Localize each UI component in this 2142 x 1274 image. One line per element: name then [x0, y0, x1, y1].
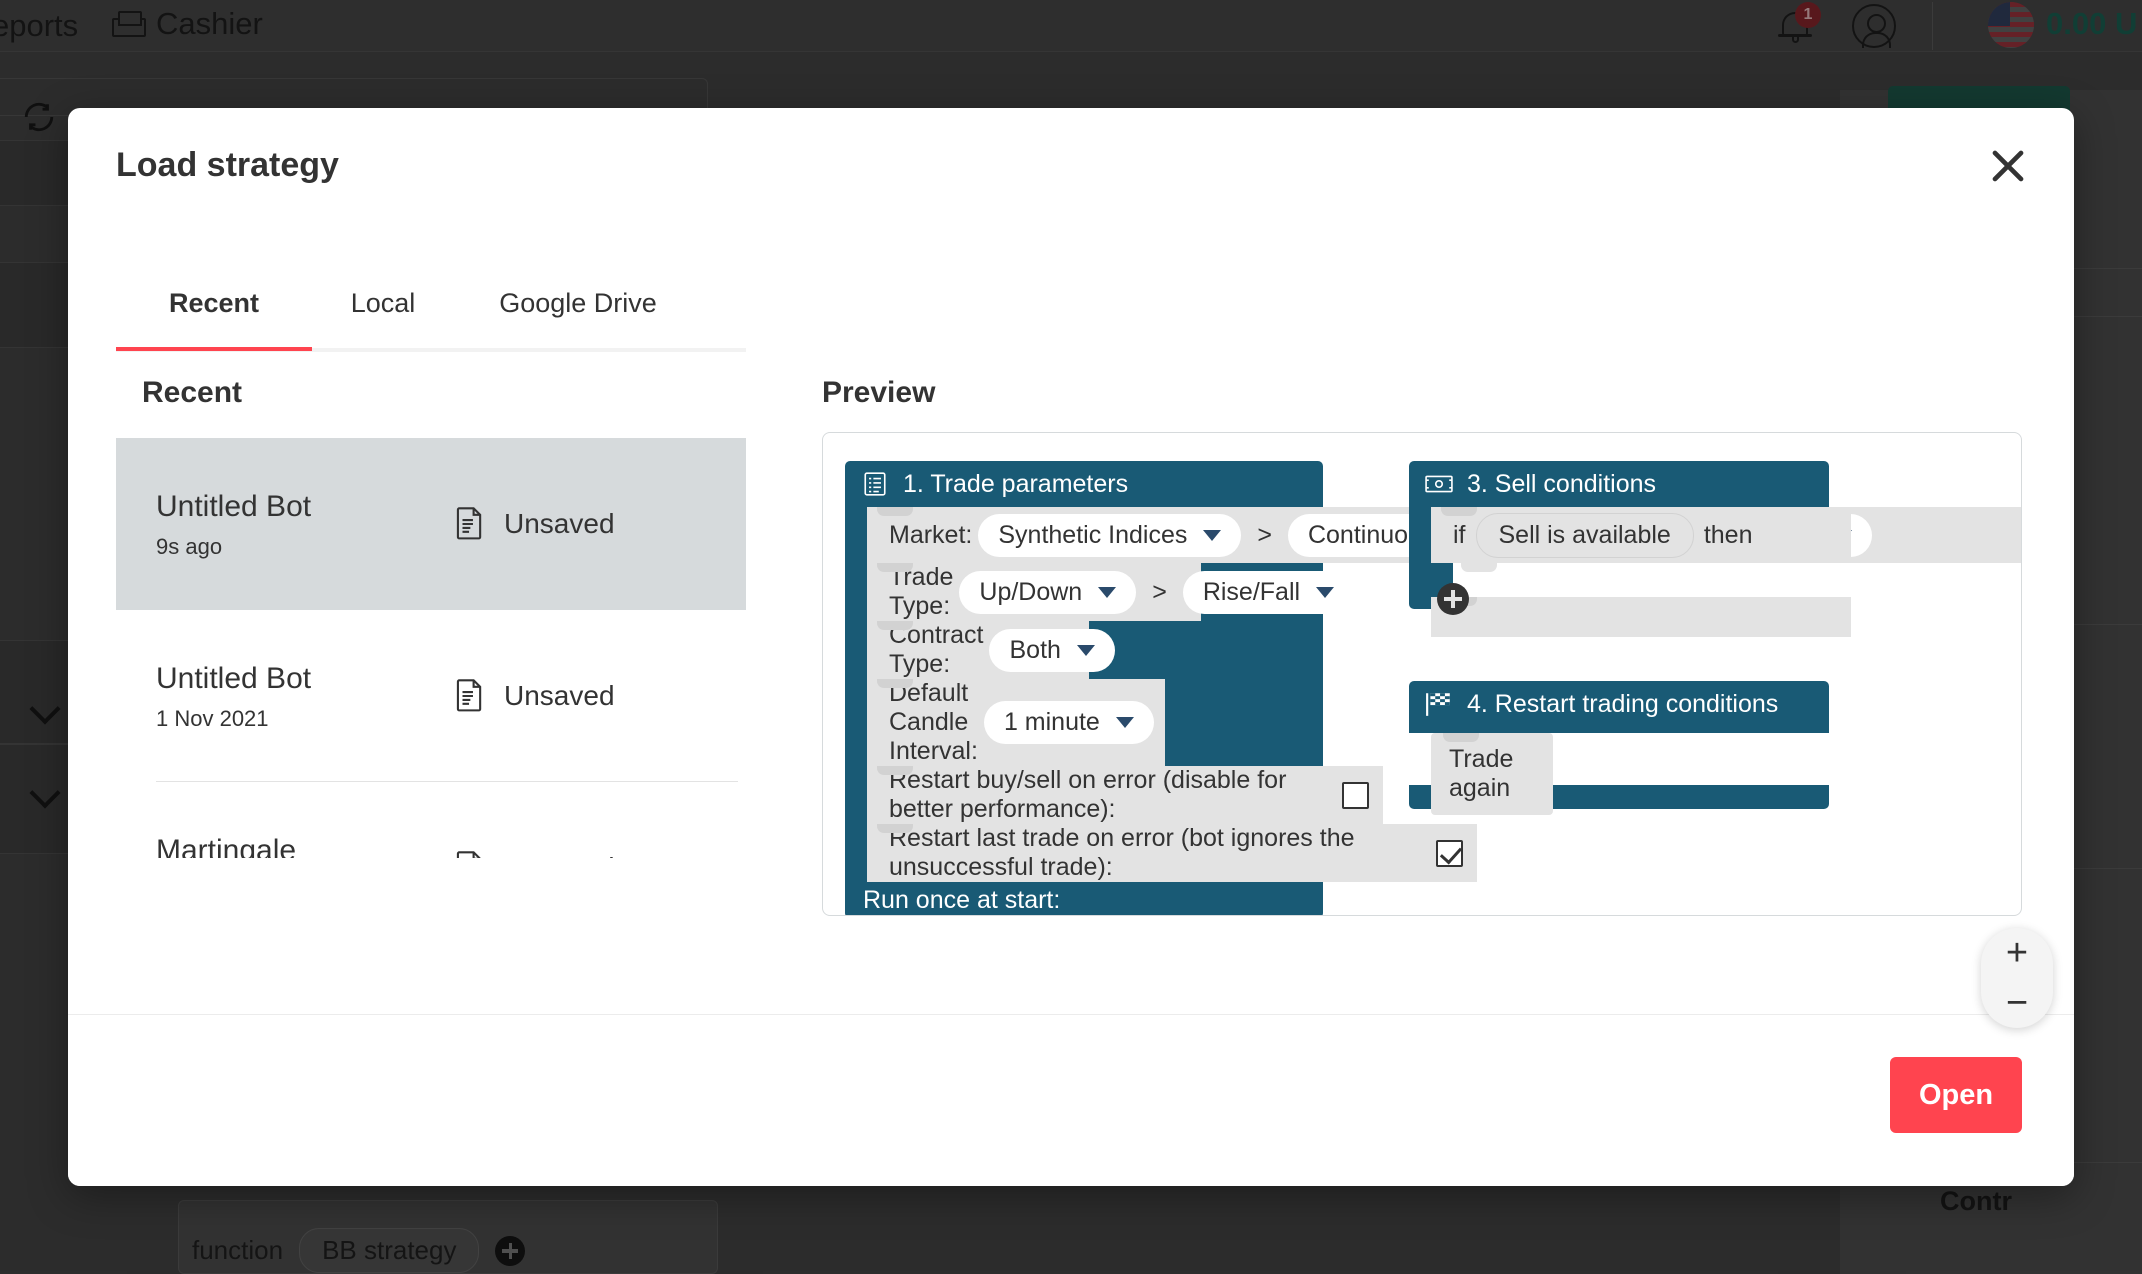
run-once-label: Run once at start: — [845, 882, 1323, 916]
row-sell-footer — [1431, 597, 1851, 637]
strategy-name: Untitled Bot — [156, 488, 456, 526]
load-strategy-dialog: Load strategy Recent Local Google Drive … — [68, 108, 2074, 1186]
strategy-save-status: Unsaved — [456, 507, 615, 541]
separator: > — [1257, 521, 1272, 550]
list-item[interactable]: Untitled Bot 9s ago Unsaved — [116, 438, 746, 610]
file-text-icon — [456, 679, 486, 713]
plus-icon[interactable] — [1437, 583, 1469, 615]
file-text-icon — [456, 851, 486, 858]
contract-type-label: Contract Type: — [889, 621, 983, 679]
trade-subtype-dropdown[interactable]: Rise/Fall — [1183, 571, 1354, 614]
candle-interval-dropdown[interactable]: 1 minute — [984, 701, 1154, 744]
block-title: 3. Sell conditions — [1467, 470, 1656, 499]
trade-type-dropdown[interactable]: Up/Down — [959, 571, 1136, 614]
chevron-down-icon — [1077, 645, 1095, 656]
block-title: 4. Restart trading conditions — [1467, 690, 1778, 719]
strategy-timestamp: 9s ago — [156, 534, 456, 560]
separator: > — [1152, 578, 1167, 607]
trade-type-label: Trade Type: — [889, 563, 953, 621]
trade-again-label: Trade again — [1449, 745, 1513, 802]
row-sell-if: if Sell is available then — [1431, 507, 1851, 563]
tab-google-drive[interactable]: Google Drive — [454, 276, 702, 347]
recent-section-heading: Recent — [142, 376, 242, 410]
dialog-footer: Open — [68, 1014, 2074, 1186]
clipboard-list-icon — [861, 471, 889, 497]
tab-recent[interactable]: Recent — [116, 276, 312, 347]
row-restart-buysell: Restart buy/sell on error (disable for b… — [867, 766, 1383, 824]
restart-last-trade-checkbox[interactable] — [1436, 840, 1463, 867]
money-bill-icon — [1425, 471, 1453, 497]
save-status-label: Unsaved — [504, 508, 615, 540]
chevron-down-icon — [1098, 587, 1116, 598]
dialog-title: Load strategy — [116, 146, 339, 185]
open-button[interactable]: Open — [1890, 1057, 2022, 1133]
chevron-down-icon — [1316, 587, 1334, 598]
chevron-down-icon — [1203, 530, 1221, 541]
strategy-save-status: Unsaved — [456, 679, 615, 713]
sell-condition-value[interactable]: Sell is available — [1476, 513, 1694, 558]
recent-strategy-list[interactable]: Untitled Bot 9s ago Unsaved Untitled Bot… — [116, 438, 746, 858]
row-contract-type: Contract Type: Both — [867, 621, 1089, 679]
row-trade-type: Trade Type: Up/Down > Rise/Fall — [867, 563, 1201, 621]
chevron-down-icon — [1116, 717, 1134, 728]
candle-interval-label: Default Candle Interval: — [889, 679, 978, 766]
market-label: Market: — [889, 521, 972, 550]
market-dropdown[interactable]: Synthetic Indices — [978, 514, 1241, 557]
block-sell-conditions[interactable]: 3. Sell conditions if Sell is available … — [1409, 461, 1829, 609]
strategy-name: Untitled Bot — [156, 660, 456, 698]
strategy-preview-canvas[interactable]: 1. Trade parameters Market: Synthetic In… — [822, 432, 2022, 916]
restart-buysell-checkbox[interactable] — [1342, 782, 1369, 809]
save-status-label: Unsaved — [504, 680, 615, 712]
then-label: then — [1704, 521, 1753, 550]
if-label: if — [1453, 521, 1466, 550]
restart-buysell-label: Restart buy/sell on error (disable for b… — [889, 766, 1330, 824]
list-item[interactable]: Untitled Bot 1 Nov 2021 Unsaved — [116, 610, 746, 782]
list-item[interactable]: Martingale 31 Oct 2021 Unsaved — [116, 782, 746, 858]
tab-bar: Recent Local Google Drive — [116, 276, 746, 352]
block-restart-trading-conditions[interactable]: 4. Restart trading conditions Trade agai… — [1409, 681, 1829, 809]
file-text-icon — [456, 507, 486, 541]
strategy-name: Martingale — [156, 832, 456, 858]
contract-type-dropdown[interactable]: Both — [989, 629, 1114, 672]
close-icon[interactable] — [1982, 140, 2034, 192]
statement-slot[interactable] — [1453, 563, 1829, 597]
block-trade-parameters[interactable]: 1. Trade parameters Market: Synthetic In… — [845, 461, 1323, 916]
plus-icon[interactable]: + — [1981, 934, 2053, 972]
preview-section-heading: Preview — [822, 376, 935, 410]
tab-local[interactable]: Local — [312, 276, 454, 347]
block-title: 1. Trade parameters — [903, 470, 1128, 499]
checkered-flag-icon — [1425, 691, 1453, 717]
trade-again-block[interactable]: Trade again — [1431, 733, 1553, 815]
restart-last-trade-label: Restart last trade on error (bot ignores… — [889, 824, 1424, 882]
save-status-label: Unsaved — [504, 852, 615, 858]
row-restart-last-trade: Restart last trade on error (bot ignores… — [867, 824, 1477, 882]
strategy-save-status: Unsaved — [456, 851, 615, 858]
minus-icon[interactable]: − — [1981, 984, 2053, 1022]
row-candle-interval: Default Candle Interval: 1 minute — [867, 679, 1165, 766]
canvas-zoom-controls: + − — [1981, 928, 2053, 1028]
strategy-timestamp: 1 Nov 2021 — [156, 706, 456, 732]
